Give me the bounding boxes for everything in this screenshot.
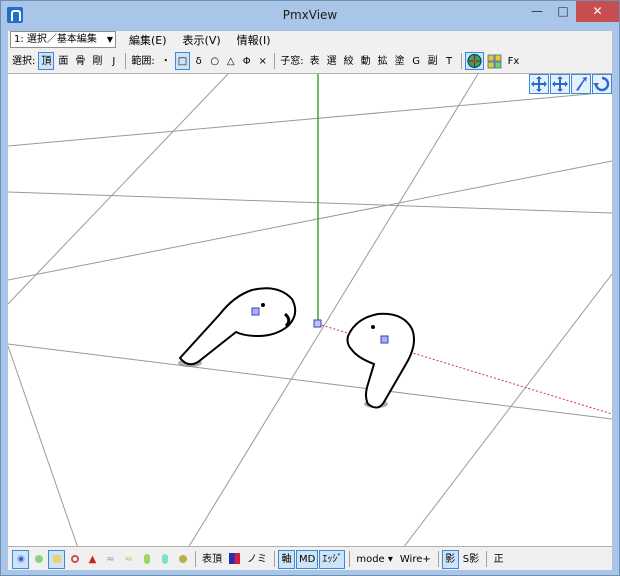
nomi-button[interactable]: ノミ [244, 550, 270, 569]
range-triangle-button[interactable]: △ [223, 52, 238, 70]
child-move-button[interactable]: 動 [358, 52, 374, 70]
menu-view[interactable]: 表示(V) [180, 32, 224, 48]
select-label: 選択: [12, 55, 36, 67]
close-button[interactable]: ✕ [576, 1, 619, 22]
3d-viewport[interactable] [8, 73, 612, 547]
child-table-button[interactable]: 表 [307, 52, 323, 70]
range-delta-button[interactable]: δ [191, 52, 206, 70]
child-g-button[interactable]: G [409, 52, 424, 70]
green-dot-icon[interactable] [30, 550, 47, 569]
maximize-button[interactable]: □ [550, 1, 576, 22]
child-scale-button[interactable]: 拡 [375, 52, 391, 70]
client-area: 1: 選択／基本編集 ▼ 編集(E) 表示(V) 情報(I) 選択: 頂 面 骨… [8, 31, 612, 570]
child-filter-button[interactable]: 絞 [341, 52, 357, 70]
self-shadow-button[interactable]: S影 [460, 550, 482, 569]
status-separator [437, 551, 439, 567]
toolbar-separator [125, 52, 127, 69]
camera-controls [528, 74, 612, 94]
red-triangle-icon[interactable]: ▲ [84, 550, 101, 569]
red-target-icon[interactable] [66, 550, 83, 569]
minimize-button[interactable]: — [524, 1, 550, 22]
toolbar-separator [460, 52, 462, 69]
menu-info[interactable]: 情報(I) [234, 32, 274, 48]
status-bar: ▲ ≈ ≈ 表頂 ノミ 軸 MD ｴｯｼﾞ mode ▾ Wire+ 影 S影 … [8, 548, 612, 570]
status-separator [486, 551, 488, 567]
front-button[interactable]: 正 [490, 550, 507, 569]
grid-view-icon[interactable] [485, 52, 504, 70]
child-select-button[interactable]: 選 [324, 52, 340, 70]
select-joint-button[interactable]: J [106, 52, 121, 70]
range-circle-button[interactable]: ○ [207, 52, 222, 70]
menu-bar: 1: 選択／基本編集 ▼ 編集(E) 表示(V) 情報(I) [8, 31, 612, 48]
range-rect-button[interactable]: □ [174, 51, 191, 70]
zoom-arrow-icon[interactable] [571, 74, 591, 94]
origin-marker[interactable] [313, 319, 322, 328]
scene-canvas[interactable] [8, 74, 612, 547]
title-bar[interactable]: PmxView — □ ✕ [1, 1, 619, 31]
wave-icon[interactable]: ≈ [102, 550, 119, 569]
child-sub-button[interactable]: 副 [425, 52, 441, 70]
right-earbud-model[interactable] [346, 312, 415, 409]
menu-edit[interactable]: 編集(E) [126, 32, 170, 48]
edge-button[interactable]: ｴｯｼﾞ [319, 549, 346, 569]
mode-select-value: 1: 選択／基本編集 [14, 34, 97, 45]
radio-blue-icon[interactable] [12, 549, 29, 569]
status-separator [349, 551, 351, 567]
yellow-square-icon[interactable] [48, 549, 65, 569]
vertex-display-button[interactable]: 表頂 [199, 550, 225, 569]
md-button[interactable]: MD [296, 549, 319, 569]
pan-arrows-icon[interactable] [550, 74, 570, 94]
orange-wave-icon[interactable]: ≈ [120, 550, 137, 569]
mode-dropdown[interactable]: mode ▾ [353, 550, 396, 569]
child-window-label: 子窓: [280, 55, 304, 67]
status-separator [195, 551, 196, 567]
left-earbud-model[interactable] [178, 287, 297, 367]
range-phi-button[interactable]: Φ [239, 52, 254, 70]
app-window: PmxView — □ ✕ 1: 選択／基本編集 ▼ 編集(E) 表示(V) 情… [0, 0, 620, 576]
rotate-icon[interactable] [592, 74, 612, 94]
range-point-button[interactable]: ・ [158, 52, 174, 70]
select-face-button[interactable]: 面 [55, 52, 71, 70]
shadow-button[interactable]: 影 [441, 549, 459, 569]
toolbar: 選択: 頂 面 骨 剛 J 範囲: ・ □ δ ○ △ Φ × 子窓: 表 選 … [8, 50, 612, 71]
color-swatch-icon[interactable] [226, 550, 243, 569]
joint-icon[interactable] [174, 550, 191, 569]
select-vertex-button[interactable]: 頂 [38, 51, 55, 70]
wire-button[interactable]: Wire+ [397, 550, 434, 569]
green-capsule-icon[interactable] [138, 550, 155, 569]
child-t-button[interactable]: T [442, 52, 457, 70]
move-arrows-icon[interactable] [529, 74, 549, 94]
range-clear-button[interactable]: × [255, 52, 270, 70]
fx-button[interactable]: Fx [505, 52, 523, 70]
axis-button[interactable]: 軸 [278, 549, 295, 569]
chevron-down-icon: ▼ [106, 35, 113, 44]
select-rigid-button[interactable]: 剛 [89, 52, 105, 70]
range-label: 範囲: [131, 55, 155, 67]
ground-grid [8, 74, 612, 546]
select-bone-button[interactable]: 骨 [72, 52, 88, 70]
globe-view-icon[interactable] [464, 51, 484, 70]
status-separator [274, 551, 275, 567]
child-paint-button[interactable]: 塗 [392, 52, 408, 70]
toolbar-separator [274, 52, 276, 69]
cyan-capsule-icon[interactable] [156, 550, 173, 569]
mode-select[interactable]: 1: 選択／基本編集 ▼ [10, 31, 116, 48]
